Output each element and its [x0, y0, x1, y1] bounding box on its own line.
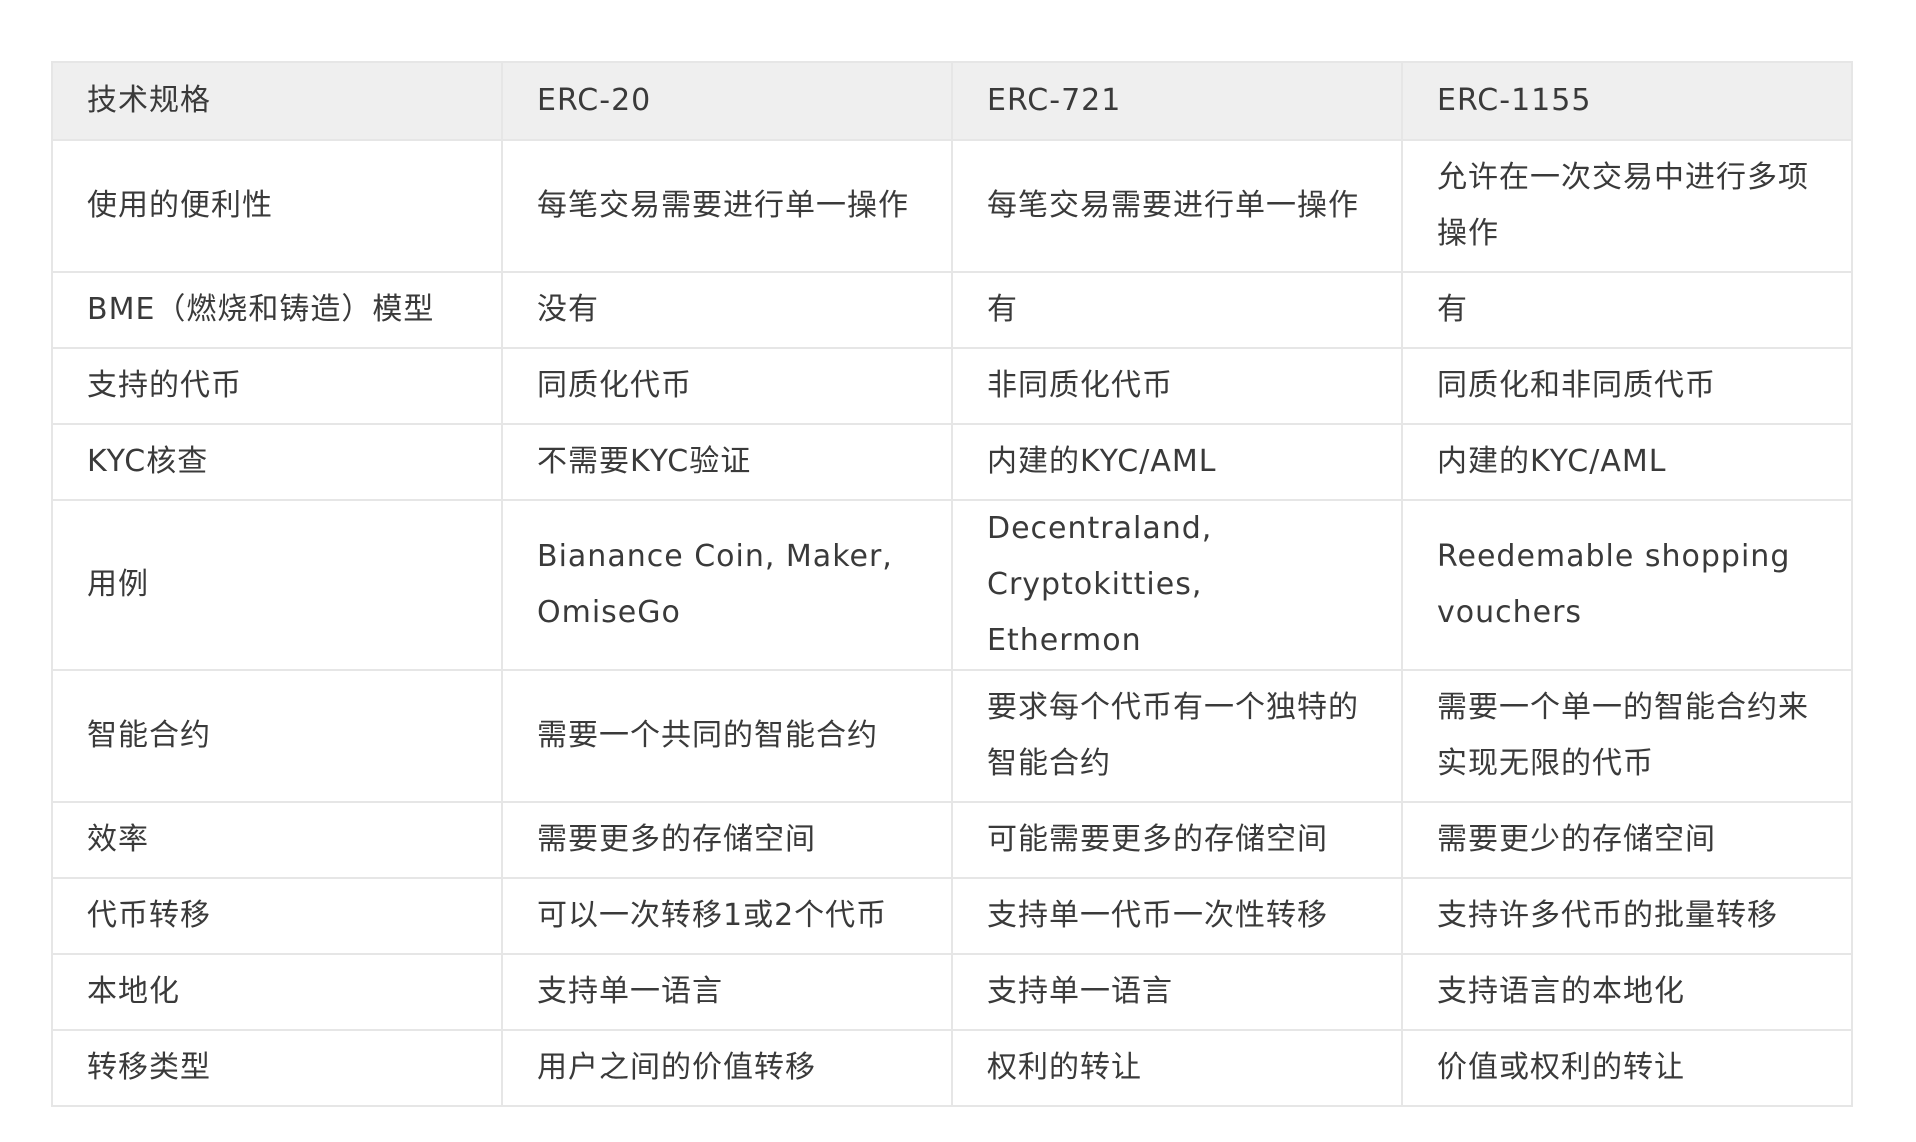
- header-cell-spec: 技术规格: [51, 61, 503, 141]
- table-cell-erc1155: 支持语言的本地化: [1401, 953, 1853, 1031]
- table-cell-erc1155: 允许在一次交易中进行多项操作: [1401, 139, 1853, 273]
- table-cell-erc20: 每笔交易需要进行单一操作: [501, 139, 953, 273]
- header-row: 技术规格 ERC-20 ERC-721 ERC-1155: [51, 61, 1853, 141]
- table-cell-erc1155: 内建的KYC/AML: [1401, 423, 1853, 501]
- table-cell-erc20: 支持单一语言: [501, 953, 953, 1031]
- table-cell-erc721: 每笔交易需要进行单一操作: [951, 139, 1403, 273]
- table-cell-erc20: Bianance Coin, Maker, OmiseGo: [501, 499, 953, 671]
- table-cell-erc20: 不需要KYC验证: [501, 423, 953, 501]
- table-row: 用例 Bianance Coin, Maker, OmiseGo Decentral…: [51, 499, 1853, 671]
- table-cell-spec: 转移类型: [51, 1029, 503, 1107]
- table-row: 本地化 支持单一语言 支持单一语言 支持语言的本地化: [51, 953, 1853, 1031]
- table-cell-spec: 用例: [51, 499, 503, 671]
- table-cell-erc20: 可以一次转移1或2个代币: [501, 877, 953, 955]
- header-cell-erc1155: ERC-1155: [1401, 61, 1853, 141]
- table-cell-erc20: 没有: [501, 271, 953, 349]
- table-row: KYC核查 不需要KYC验证 内建的KYC/AML 内建的KYC/AML: [51, 423, 1853, 501]
- table-cell-erc721: 要求每个代币有一个独特的智能合约: [951, 669, 1403, 803]
- table-cell-erc20: 同质化代币: [501, 347, 953, 425]
- table-cell-erc1155: Reedemable shopping vouchers: [1401, 499, 1853, 671]
- table-row: 转移类型 用户之间的价值转移 权利的转让 价值或权利的转让: [51, 1029, 1853, 1107]
- table-header: 技术规格 ERC-20 ERC-721 ERC-1155: [51, 61, 1853, 141]
- table-cell-erc20: 需要一个共同的智能合约: [501, 669, 953, 803]
- table-row: 使用的便利性 每笔交易需要进行单一操作 每笔交易需要进行单一操作 允许在一次交易中进行…: [51, 139, 1853, 273]
- table-row: 代币转移 可以一次转移1或2个代币 支持单一代币一次性转移 支持许多代币的批量转移: [51, 877, 1853, 955]
- table-cell-spec: 本地化: [51, 953, 503, 1031]
- table-cell-erc721: Decentraland, Cryptokitties, Ethermon: [951, 499, 1403, 671]
- table-row: 效率 需要更多的存储空间 可能需要更多的存储空间 需要更少的存储空间: [51, 801, 1853, 879]
- table-cell-erc20: 用户之间的价值转移: [501, 1029, 953, 1107]
- table-cell-erc1155: 同质化和非同质代币: [1401, 347, 1853, 425]
- table-cell-erc20: 需要更多的存储空间: [501, 801, 953, 879]
- table-row: 智能合约 需要一个共同的智能合约 要求每个代币有一个独特的智能合约 需要一个单一的智能…: [51, 669, 1853, 803]
- table-cell-spec: 效率: [51, 801, 503, 879]
- header-cell-erc721: ERC-721: [951, 61, 1403, 141]
- table-cell-erc721: 权利的转让: [951, 1029, 1403, 1107]
- table-cell-erc1155: 价值或权利的转让: [1401, 1029, 1853, 1107]
- table-cell-spec: BME（燃烧和铸造）模型: [51, 271, 503, 349]
- header-cell-erc20: ERC-20: [501, 61, 953, 141]
- table-cell-erc721: 有: [951, 271, 1403, 349]
- table-cell-erc1155: 支持许多代币的批量转移: [1401, 877, 1853, 955]
- table-row: 支持的代币 同质化代币 非同质化代币 同质化和非同质代币: [51, 347, 1853, 425]
- table-body: 使用的便利性 每笔交易需要进行单一操作 每笔交易需要进行单一操作 允许在一次交易中进行…: [51, 139, 1853, 1107]
- comparison-table-container: 技术规格 ERC-20 ERC-721 ERC-1155 使用的便利性 每笔交易需…: [51, 61, 1853, 1107]
- table-cell-erc721: 支持单一语言: [951, 953, 1403, 1031]
- table-cell-spec: KYC核查: [51, 423, 503, 501]
- token-standards-comparison-table: 技术规格 ERC-20 ERC-721 ERC-1155 使用的便利性 每笔交易需…: [51, 61, 1853, 1107]
- table-cell-spec: 支持的代币: [51, 347, 503, 425]
- table-row: BME（燃烧和铸造）模型 没有有有: [51, 271, 1853, 349]
- table-cell-spec: 智能合约: [51, 669, 503, 803]
- table-cell-erc1155: 需要更少的存储空间: [1401, 801, 1853, 879]
- table-cell-erc1155: 有: [1401, 271, 1853, 349]
- table-cell-erc1155: 需要一个单一的智能合约来实现无限的代币: [1401, 669, 1853, 803]
- table-cell-erc721: 非同质化代币: [951, 347, 1403, 425]
- table-cell-spec: 代币转移: [51, 877, 503, 955]
- table-cell-erc721: 可能需要更多的存储空间: [951, 801, 1403, 879]
- table-cell-spec: 使用的便利性: [51, 139, 503, 273]
- table-cell-erc721: 支持单一代币一次性转移: [951, 877, 1403, 955]
- table-cell-erc721: 内建的KYC/AML: [951, 423, 1403, 501]
